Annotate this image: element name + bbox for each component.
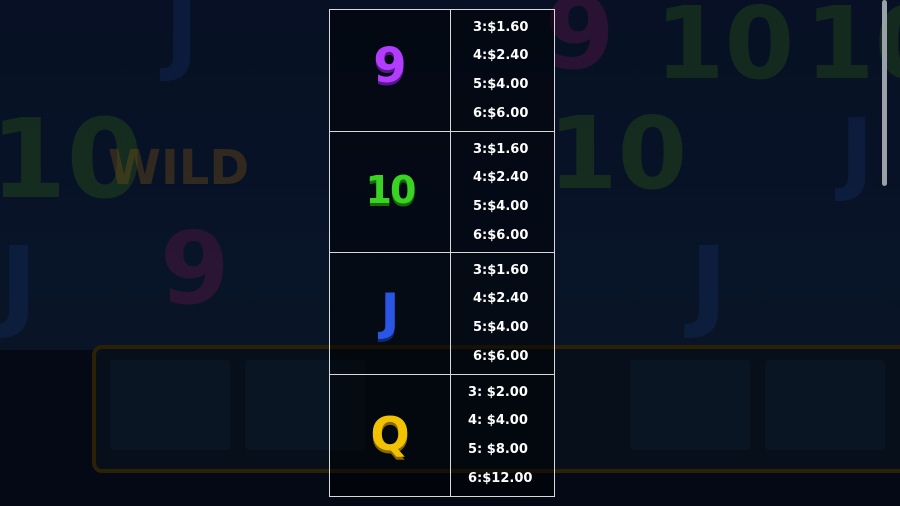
symbol-cell: 9 (330, 10, 451, 131)
pay-line: 5:$4.00 (473, 77, 529, 92)
pay-line: 6:$12.00 (468, 471, 533, 486)
pay-line: 5:$4.00 (473, 320, 529, 335)
pay-line: 4:$2.40 (473, 291, 529, 306)
pay-line: 6:$6.00 (473, 349, 529, 364)
pay-line: 5:$4.00 (473, 199, 529, 214)
pay-line: 6:$6.00 (473, 106, 529, 121)
pay-line: 6:$6.00 (473, 228, 529, 243)
pay-line: 4:$2.40 (473, 48, 529, 63)
symbol-cell: Q (330, 375, 451, 496)
pay-list: 3: $2.00 4: $4.00 5: $8.00 6:$12.00 (451, 375, 554, 496)
pay-line: 4: $4.00 (468, 413, 528, 428)
pay-list: 3:$1.60 4:$2.40 5:$4.00 6:$6.00 (451, 253, 554, 374)
pay-list: 3:$1.60 4:$2.40 5:$4.00 6:$6.00 (451, 132, 554, 253)
symbol-j-icon: J (380, 283, 400, 341)
symbol-cell: J (330, 253, 451, 374)
paytable-row-q: Q 3: $2.00 4: $4.00 5: $8.00 6:$12.00 (330, 374, 554, 496)
paytable-row-10: 10 3:$1.60 4:$2.40 5:$4.00 6:$6.00 (330, 131, 554, 253)
pay-line: 3:$1.60 (473, 142, 529, 157)
pay-line: 3:$1.60 (473, 263, 529, 278)
pay-list: 3:$1.60 4:$2.40 5:$4.00 6:$6.00 (451, 10, 554, 131)
paytable-row-9: 9 3:$1.60 4:$2.40 5:$4.00 6:$6.00 (330, 10, 554, 131)
pay-line: 5: $8.00 (468, 442, 528, 457)
symbol-cell: 10 (330, 132, 451, 253)
pay-line: 4:$2.40 (473, 170, 529, 185)
pay-line: 3:$1.60 (473, 20, 529, 35)
symbol-10-icon: 10 (365, 168, 417, 212)
paytable-row-j: J 3:$1.60 4:$2.40 5:$4.00 6:$6.00 (330, 252, 554, 374)
scrollbar[interactable] (882, 0, 887, 186)
symbol-q-icon: Q (370, 407, 410, 461)
paytable: 9 3:$1.60 4:$2.40 5:$4.00 6:$6.00 10 3:$… (329, 9, 555, 497)
pay-line: 3: $2.00 (468, 385, 528, 400)
symbol-9-icon: 9 (373, 38, 407, 94)
